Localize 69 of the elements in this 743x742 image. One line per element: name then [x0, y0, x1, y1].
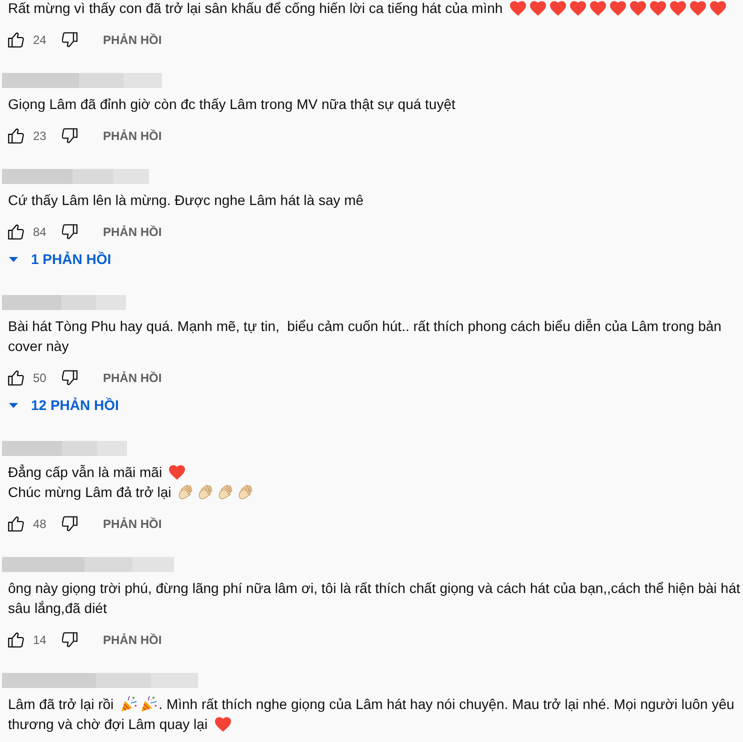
dislike-button[interactable] — [62, 632, 78, 648]
clapping-hands-icon — [218, 484, 234, 500]
thumbs-down-icon — [62, 370, 78, 386]
like-count: 50 — [33, 371, 47, 385]
heart-emoji-icon — [690, 0, 706, 16]
dislike-button[interactable] — [62, 224, 78, 240]
thumbs-down-icon — [62, 224, 78, 240]
thumbs-up-icon — [8, 516, 24, 532]
heart-emoji-icon — [570, 0, 586, 16]
comment-text: . Mình rất thích nghe giọng của Lâm hát hay nói chuyện. Mau trở lại nhé. Mọi người luôn yêu — [158, 695, 734, 714]
like-button[interactable] — [8, 32, 24, 48]
party-popper-icon — [120, 696, 137, 712]
heart-emoji-icon — [214, 716, 231, 732]
show-replies-button[interactable]: 1 PHẢN HỒI — [31, 251, 112, 267]
heart-emoji-icon — [590, 0, 606, 16]
like-count: 84 — [33, 225, 47, 239]
thumbs-down-icon — [62, 32, 78, 48]
heart-emoji-icon — [630, 0, 646, 16]
like-button[interactable] — [8, 632, 24, 648]
comment-text: Giọng Lâm đã đỉnh giờ còn đc thấy Lâm trong MV nữa thật sự quá tuyệt — [8, 95, 456, 114]
like-button[interactable] — [8, 128, 24, 144]
comment-text: Đẳng cấp vẫn là mãi mãi — [8, 463, 162, 482]
thumbs-up-icon — [8, 128, 24, 144]
reply-button[interactable]: PHẢN HỒI — [103, 33, 162, 47]
like-count: 24 — [33, 33, 47, 47]
dislike-button[interactable] — [62, 32, 78, 48]
party-popper-icon — [140, 696, 157, 712]
comment-text: ông này giọng trời phú, đừng lãng phí nữa lâm ơi, tôi là rất thích chất giọng và cách hát của bạn,,cách thể hiện bài hát sâu lắng,đã diét — [8, 579, 740, 618]
heart-emoji-icon — [650, 0, 666, 16]
thumbs-down-icon — [62, 632, 78, 648]
heart-emoji-icon — [169, 464, 186, 480]
reply-button[interactable]: PHẢN HỒI — [103, 225, 162, 239]
like-count: 14 — [33, 633, 47, 647]
like-button[interactable] — [8, 516, 24, 532]
thumbs-up-icon — [8, 224, 24, 240]
thumbs-up-icon — [8, 370, 24, 386]
dislike-button[interactable] — [62, 128, 78, 144]
reply-button[interactable]: PHẢN HỒI — [103, 129, 162, 143]
heart-emoji-icon — [610, 0, 626, 16]
thumbs-up-icon — [8, 632, 24, 648]
thumbs-down-icon — [62, 128, 78, 144]
like-count: 23 — [33, 129, 47, 143]
heart-emoji-icon — [670, 0, 686, 16]
comment-text: thương và chờ đợi Lâm quay lại — [8, 715, 208, 734]
heart-emoji-icon — [550, 0, 566, 16]
heart-emoji-icon — [510, 0, 526, 16]
like-button[interactable] — [8, 370, 24, 386]
heart-emoji-icon — [530, 0, 546, 16]
reply-button[interactable]: PHẢN HỒI — [103, 517, 162, 531]
thumbs-up-icon — [8, 32, 24, 48]
comment-text: Bài hát Tòng Phu hay quá. Mạnh mẽ, tự tin, biểu cảm cuốn hút.. rất thích phong cách biểu diễn của Lâm trong bản cover này — [8, 317, 722, 356]
like-button[interactable] — [8, 224, 24, 240]
dislike-button[interactable] — [62, 370, 78, 386]
clapping-hands-icon — [178, 484, 194, 500]
caret-icon — [9, 256, 18, 262]
comment-text: Cứ thấy Lâm lên là mừng. Được nghe Lâm hát là say mê — [8, 191, 364, 210]
clapping-hands-icon — [238, 484, 254, 500]
comment-text: Rất mừng vì thấy con đã trở lại sân khấu để cống hiến lời ca tiếng hát của mình — [8, 0, 503, 18]
comment-text: Chúc mừng Lâm đả trở lại — [8, 483, 172, 502]
comment-text: Lâm đã trở lại rồi — [8, 695, 114, 714]
heart-emoji-icon — [710, 0, 726, 16]
reply-button[interactable]: PHẢN HỒI — [103, 633, 162, 647]
thumbs-down-icon — [62, 516, 78, 532]
like-count: 48 — [33, 517, 47, 531]
clapping-hands-icon — [198, 484, 214, 500]
reply-button[interactable]: PHẢN HỒI — [103, 371, 162, 385]
show-replies-button[interactable]: 12 PHẢN HỒI — [31, 397, 119, 413]
dislike-button[interactable] — [62, 516, 78, 532]
caret-icon — [9, 402, 18, 408]
